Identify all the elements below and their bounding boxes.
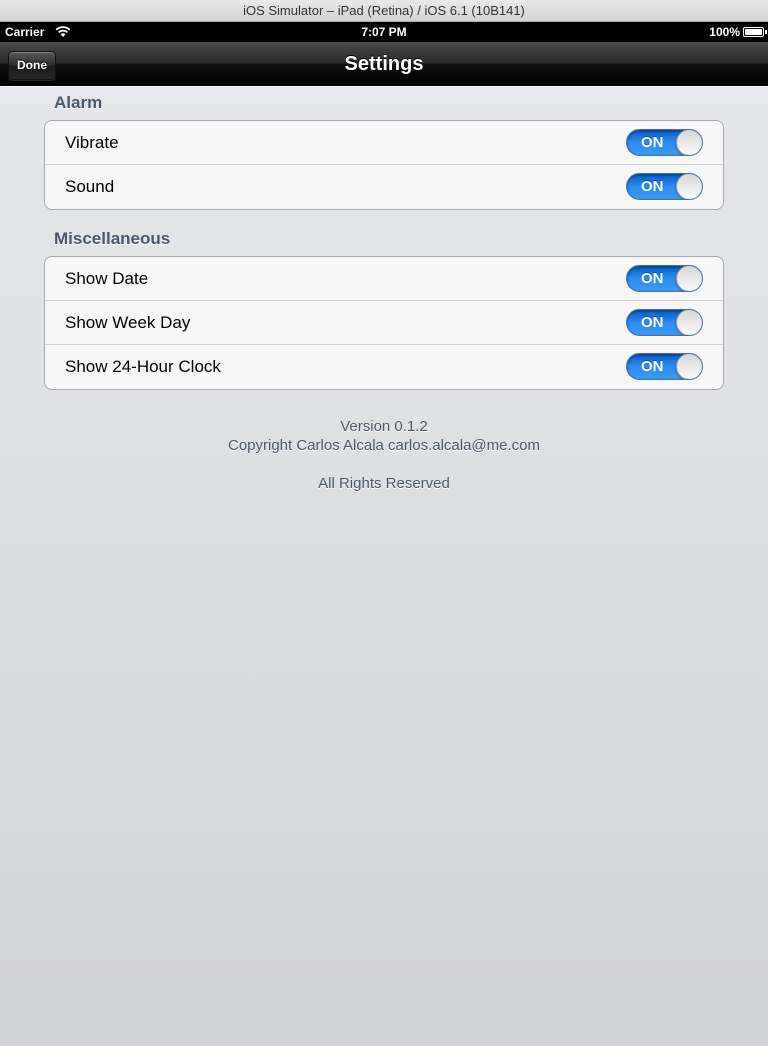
switch-knob [676,174,702,199]
setting-row-show-24-hour-clock: Show 24-Hour Clock ON [45,345,723,389]
switch-state-label: ON [641,178,664,195]
section-header-alarm: Alarm [54,93,103,112]
show-24-hour-clock-switch[interactable]: ON [626,353,703,380]
switch-knob [676,266,702,291]
done-button[interactable]: Done [8,51,56,80]
switch-knob [676,130,702,155]
switch-state-label: ON [641,314,664,331]
switch-knob [676,310,702,335]
setting-row-sound: Sound ON [45,165,723,209]
settings-content[interactable]: Alarm Vibrate ON Sound ON Miscellaneous … [0,87,768,1046]
sound-switch[interactable]: ON [626,173,703,200]
setting-row-show-date: Show Date ON [45,257,723,301]
battery-percent: 100% [709,25,740,39]
show-week-day-switch[interactable]: ON [626,309,703,336]
battery-icon [743,27,767,37]
setting-label: Show Date [65,269,149,288]
rights-label: All Rights Reserved [318,475,450,492]
switch-state-label: ON [641,270,664,287]
miscellaneous-group: Show Date ON Show Week Day ON Show 24-Ho… [44,256,724,390]
setting-label: Vibrate [65,133,119,152]
setting-row-vibrate: Vibrate ON [45,121,723,165]
setting-label: Show 24-Hour Clock [65,357,221,376]
navigation-bar: Settings Done [0,42,768,86]
status-bar: Carrier 7:07 PM 100% [0,22,768,42]
status-clock: 7:07 PM [361,25,407,39]
simulator-window-title: iOS Simulator – iPad (Retina) / iOS 6.1 … [0,0,768,22]
setting-row-show-week-day: Show Week Day ON [45,301,723,345]
setting-label: Sound [65,177,115,196]
vibrate-switch[interactable]: ON [626,129,703,156]
section-header-miscellaneous: Miscellaneous [54,229,171,248]
page-title: Settings [344,53,424,75]
switch-state-label: ON [641,358,664,375]
alarm-group: Vibrate ON Sound ON [44,120,724,210]
show-date-switch[interactable]: ON [626,265,703,292]
copyright-label: Copyright Carlos Alcala carlos.alcala@me… [227,437,540,454]
setting-label: Show Week Day [65,313,191,332]
switch-state-label: ON [641,134,664,151]
version-label: Version 0.1.2 [340,418,428,435]
switch-knob [676,354,702,379]
